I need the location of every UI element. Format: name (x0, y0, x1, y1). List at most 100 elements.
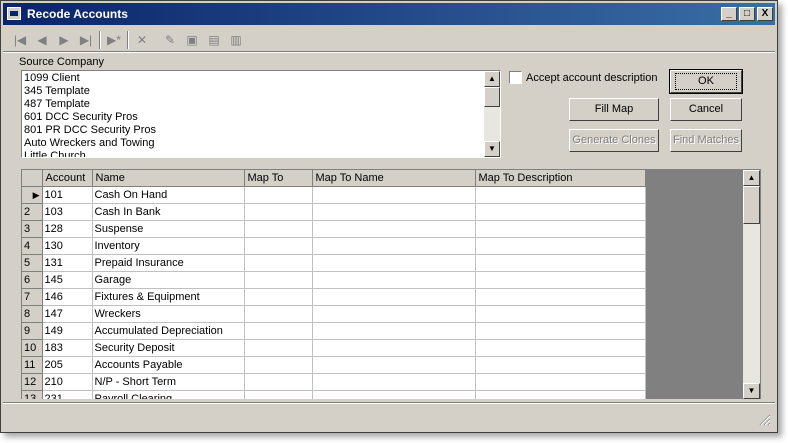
row-number[interactable]: 10 (22, 339, 43, 357)
cell-map-to[interactable] (244, 390, 313, 399)
row-number[interactable]: 5 (22, 254, 43, 272)
delete-record-icon[interactable]: ✕ (133, 31, 151, 49)
source-company-scrollbar[interactable]: ▲ ▼ (484, 71, 500, 157)
cell-map-to-name[interactable] (312, 356, 476, 374)
cell-map-to-description[interactable] (475, 390, 646, 399)
cell-name[interactable]: Prepaid Insurance (92, 254, 245, 272)
cell-map-to-name[interactable] (312, 186, 476, 204)
column-header-map-to-name[interactable]: Map To Name (312, 170, 476, 187)
row-number[interactable]: 2 (22, 203, 43, 221)
row-number[interactable]: 13 (22, 390, 43, 399)
table-row[interactable]: 7 146 Fixtures & Equipment (22, 288, 646, 306)
source-company-item[interactable]: 601 DCC Security Pros (24, 111, 156, 124)
row-number[interactable]: 3 (22, 220, 43, 238)
cell-account[interactable]: 231 (42, 390, 93, 399)
table-row[interactable]: 13 231 Payroll Clearing (22, 390, 646, 399)
minimize-button[interactable]: _ (721, 7, 737, 21)
cell-map-to[interactable] (244, 356, 313, 374)
first-record-icon[interactable]: |◀ (11, 31, 29, 49)
cell-map-to-name[interactable] (312, 237, 476, 255)
column-header-map-to-description[interactable]: Map To Description (475, 170, 646, 187)
source-company-item[interactable]: Little Church (24, 150, 156, 157)
cell-map-to[interactable] (244, 288, 313, 306)
cell-account[interactable]: 145 (42, 271, 93, 289)
find-matches-button[interactable]: Find Matches (670, 129, 742, 152)
cell-account[interactable]: 183 (42, 339, 93, 357)
resize-grip-icon[interactable] (759, 414, 771, 426)
table-row[interactable]: ▶ 101 Cash On Hand (22, 186, 646, 204)
cell-map-to[interactable] (244, 339, 313, 357)
cell-account[interactable]: 128 (42, 220, 93, 238)
cell-map-to-name[interactable] (312, 203, 476, 221)
cell-name[interactable]: Garage (92, 271, 245, 289)
edit-record-icon[interactable]: ✎ (161, 31, 179, 49)
cell-name[interactable]: Cash On Hand (92, 186, 245, 204)
cell-map-to-description[interactable] (475, 186, 646, 204)
cell-name[interactable]: Payroll Clearing (92, 390, 245, 399)
cell-name[interactable]: Accumulated Depreciation (92, 322, 245, 340)
insert-record-icon[interactable]: ▶* (105, 31, 123, 49)
cell-map-to[interactable] (244, 237, 313, 255)
cell-map-to-description[interactable] (475, 322, 646, 340)
cell-map-to-description[interactable] (475, 203, 646, 221)
table-row[interactable]: 2 103 Cash In Bank (22, 203, 646, 221)
cell-account[interactable]: 210 (42, 373, 93, 391)
cell-map-to-name[interactable] (312, 254, 476, 272)
column-header-name[interactable]: Name (92, 170, 245, 187)
cell-account[interactable]: 103 (42, 203, 93, 221)
table-row[interactable]: 6 145 Garage (22, 271, 646, 289)
ok-button[interactable]: OK (669, 69, 743, 94)
cell-name[interactable]: Wreckers (92, 305, 245, 323)
cell-map-to-description[interactable] (475, 254, 646, 272)
maximize-button[interactable]: □ (739, 7, 755, 21)
grid-scrollbar[interactable]: ▲ ▼ (743, 170, 760, 399)
accept-description-checkbox[interactable] (509, 71, 522, 84)
title-bar[interactable]: Recode Accounts _ □ X (3, 3, 775, 25)
cell-map-to-name[interactable] (312, 305, 476, 323)
row-number[interactable]: 6 (22, 271, 43, 289)
cell-account[interactable]: 131 (42, 254, 93, 272)
save-icon[interactable]: ▣ (183, 31, 201, 49)
scroll-up-icon[interactable]: ▲ (484, 71, 500, 87)
cancel-edit-icon[interactable]: ▤ (205, 31, 223, 49)
cell-map-to-description[interactable] (475, 237, 646, 255)
column-header-map-to[interactable]: Map To (244, 170, 313, 187)
refresh-icon[interactable]: ▥ (227, 31, 245, 49)
column-header-account[interactable]: Account (42, 170, 93, 187)
cell-map-to[interactable] (244, 203, 313, 221)
table-row[interactable]: 12 210 N/P - Short Term (22, 373, 646, 391)
source-company-item[interactable]: 801 PR DCC Security Pros (24, 124, 156, 137)
source-company-item[interactable]: 1099 Client (24, 72, 156, 85)
row-number[interactable]: 11 (22, 356, 43, 374)
cell-map-to-name[interactable] (312, 288, 476, 306)
scroll-up-icon[interactable]: ▲ (743, 170, 760, 186)
cell-map-to[interactable] (244, 254, 313, 272)
next-record-icon[interactable]: ▶ (55, 31, 73, 49)
cell-map-to-description[interactable] (475, 288, 646, 306)
scroll-thumb[interactable] (743, 186, 760, 224)
generate-clones-button[interactable]: Generate Clones (569, 129, 659, 152)
source-company-item[interactable]: 345 Template (24, 85, 156, 98)
table-row[interactable]: 3 128 Suspense (22, 220, 646, 238)
cell-map-to-description[interactable] (475, 271, 646, 289)
cell-map-to-description[interactable] (475, 373, 646, 391)
current-row-indicator-icon[interactable]: ▶ (22, 186, 43, 204)
fill-map-button[interactable]: Fill Map (569, 98, 659, 121)
cell-name[interactable]: N/P - Short Term (92, 373, 245, 391)
row-number[interactable]: 12 (22, 373, 43, 391)
cell-map-to[interactable] (244, 220, 313, 238)
cell-name[interactable]: Suspense (92, 220, 245, 238)
last-record-icon[interactable]: ▶| (77, 31, 95, 49)
cell-map-to[interactable] (244, 322, 313, 340)
cell-map-to-description[interactable] (475, 339, 646, 357)
cell-name[interactable]: Fixtures & Equipment (92, 288, 245, 306)
cell-account[interactable]: 130 (42, 237, 93, 255)
cell-map-to[interactable] (244, 373, 313, 391)
source-company-item[interactable]: 487 Template (24, 98, 156, 111)
table-row[interactable]: 4 130 Inventory (22, 237, 646, 255)
cell-map-to[interactable] (244, 186, 313, 204)
cell-name[interactable]: Inventory (92, 237, 245, 255)
table-row[interactable]: 5 131 Prepaid Insurance (22, 254, 646, 272)
table-row[interactable]: 10 183 Security Deposit (22, 339, 646, 357)
cell-account[interactable]: 146 (42, 288, 93, 306)
